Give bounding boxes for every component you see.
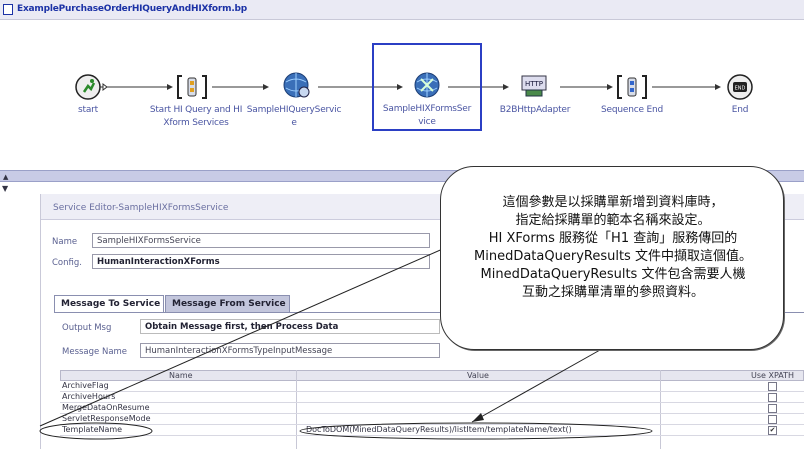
- tab-message-from-service[interactable]: Message From Service: [165, 295, 290, 313]
- end-stop-icon[interactable]: END: [722, 72, 758, 102]
- table-header: Name Value Use XPATH: [60, 370, 804, 381]
- header-name: Name: [169, 371, 193, 380]
- table-row[interactable]: TemplateName DocToDOM(MinedDataQueryResu…: [60, 425, 804, 436]
- header-value: Value: [467, 371, 489, 380]
- parameter-table: Name Value Use XPATH ArchiveFlag Archive…: [60, 370, 804, 449]
- config-label: Config.: [52, 258, 82, 268]
- sequence-end-icon[interactable]: [614, 72, 650, 102]
- node-label-start-hi-query: Start HI Query and HI Xform Services: [149, 105, 243, 128]
- node-label-end: End: [731, 105, 749, 115]
- splitter-arrow-icon[interactable]: ▲: [3, 173, 8, 181]
- table-row[interactable]: MergeDataOnResume: [60, 403, 804, 414]
- output-msg-select[interactable]: Obtain Message first, then Process Data: [140, 319, 440, 334]
- callout-text: 這個參數是以採購單新增到資料庫時， 指定給採購單的範本名稱來設定。 HI XFo…: [474, 195, 752, 300]
- collapse-arrow-icon[interactable]: ▼: [2, 184, 8, 193]
- node-label-sequence-end: Sequence End: [601, 105, 663, 115]
- param-name: ArchiveFlag: [62, 381, 109, 390]
- node-label-query-service: SampleHIQueryServic e: [246, 105, 342, 128]
- message-name-label: Message Name: [62, 347, 128, 357]
- param-name: MergeDataOnResume: [62, 403, 150, 412]
- tab-message-to-service[interactable]: Message To Service: [54, 295, 164, 313]
- name-field[interactable]: SampleHIXFormsService: [92, 233, 430, 248]
- http-adapter-icon[interactable]: HTTP: [516, 70, 552, 100]
- message-name-field[interactable]: HumanInteractionXFormsTypeInputMessage: [140, 343, 440, 358]
- service-editor-title: Service Editor-SampleHIXFormsService: [53, 203, 229, 213]
- query-service-globe-icon[interactable]: [278, 70, 314, 100]
- start-runner-icon[interactable]: [74, 72, 110, 102]
- workflow-title: ExamplePurchaseOrderHIQueryAndHIXform.bp: [17, 4, 248, 14]
- use-xpath-checkbox[interactable]: [768, 415, 777, 424]
- header-use-xpath: Use XPATH: [751, 371, 795, 380]
- svg-text:HTTP: HTTP: [525, 80, 543, 88]
- svg-text:END: END: [735, 86, 746, 92]
- param-name: ServletResponseMode: [62, 414, 151, 423]
- table-row[interactable]: ArchiveHours: [60, 392, 804, 403]
- param-name: TemplateName: [62, 425, 123, 434]
- document-icon: [3, 4, 13, 15]
- config-field[interactable]: HumanInteractionXForms: [92, 254, 430, 269]
- param-value[interactable]: DocToDOM(MinedDataQueryResults)/listItem…: [306, 425, 572, 434]
- explanation-callout: 這個參數是以採購單新增到資料庫時， 指定給採購單的範本名稱來設定。 HI XFo…: [440, 166, 784, 350]
- use-xpath-checkbox[interactable]: [768, 404, 777, 413]
- param-name: ArchiveHours: [62, 392, 116, 401]
- table-row[interactable]: ArchiveFlag: [60, 381, 804, 392]
- node-label-xforms-service: SampleHIXFormsSer vice: [382, 104, 472, 127]
- output-msg-label: Output Msg: [62, 323, 112, 333]
- node-label-start: start: [78, 105, 98, 115]
- node-label-http-adapter: B2BHttpAdapter: [499, 105, 571, 115]
- workflow-titlebar: ExamplePurchaseOrderHIQueryAndHIXform.bp: [0, 0, 804, 20]
- use-xpath-checkbox[interactable]: [768, 382, 777, 391]
- use-xpath-checkbox-checked[interactable]: ✔: [768, 426, 777, 435]
- name-label: Name: [52, 237, 78, 247]
- sequence-start-icon[interactable]: [174, 72, 210, 102]
- table-row[interactable]: ServletResponseMode: [60, 414, 804, 425]
- use-xpath-checkbox[interactable]: [768, 393, 777, 402]
